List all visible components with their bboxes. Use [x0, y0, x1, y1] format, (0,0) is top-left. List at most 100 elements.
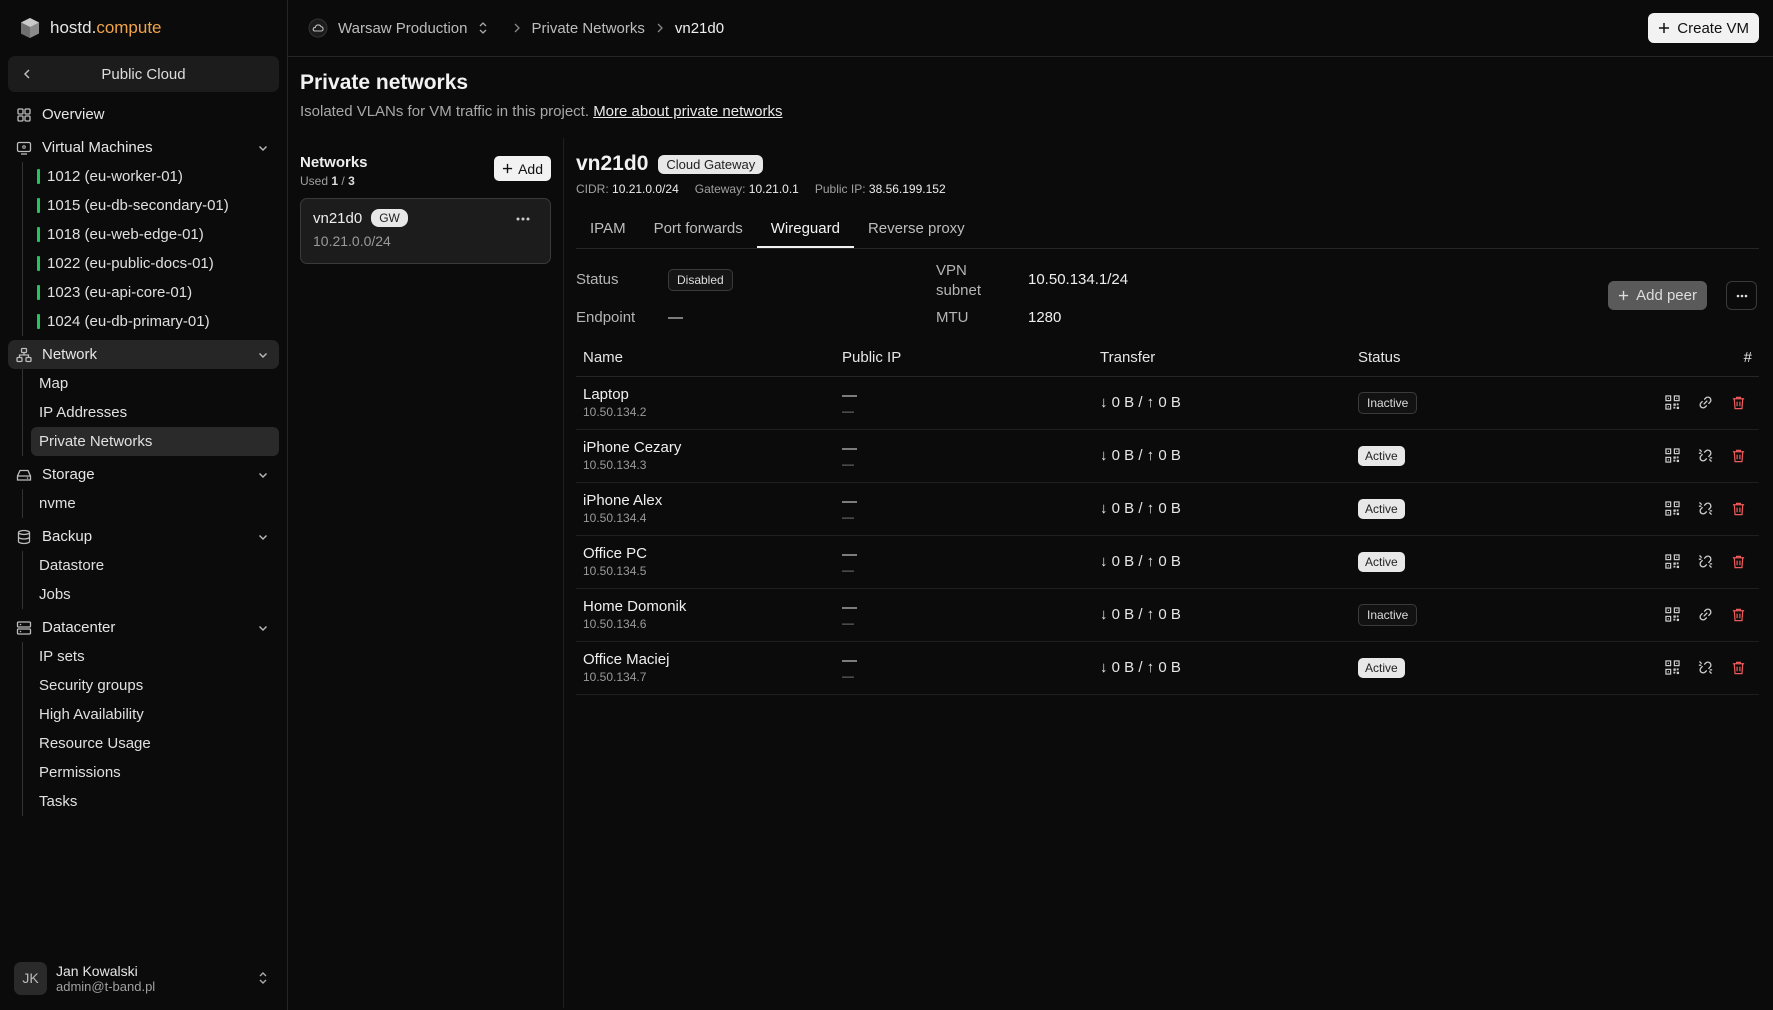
- network-cidr: 10.21.0.0/24: [313, 233, 391, 249]
- back-to-public-cloud[interactable]: Public Cloud: [8, 56, 279, 92]
- peer-public-ip: —: [842, 387, 857, 404]
- sidebar-item-ip-sets[interactable]: IP sets: [31, 642, 279, 671]
- sidebar-item-datastore[interactable]: Datastore: [31, 551, 279, 580]
- database-icon: [16, 529, 32, 545]
- trash-icon[interactable]: [1731, 607, 1746, 622]
- qr-code-icon[interactable]: [1665, 395, 1680, 410]
- cloud-icon: [308, 18, 328, 38]
- sidebar-item-storage[interactable]: Storage: [8, 460, 279, 489]
- brand[interactable]: hostd.compute: [0, 0, 287, 56]
- unlink-icon[interactable]: [1698, 660, 1713, 675]
- sidebar-item-tasks[interactable]: Tasks: [31, 787, 279, 816]
- endpoint-label: Endpoint: [576, 309, 636, 326]
- network-card[interactable]: vn21d0 GW 10.21.0.0/24: [300, 198, 551, 264]
- sidebar-item-label: Network: [42, 346, 98, 363]
- col-status[interactable]: Status: [1351, 339, 1523, 377]
- sidebar-item-permissions[interactable]: Permissions: [31, 758, 279, 787]
- monitor-icon: [16, 140, 32, 156]
- chevron-right-icon: [512, 22, 522, 34]
- vm-item[interactable]: 1018 (eu-web-edge-01): [31, 220, 279, 249]
- peer-name: iPhone Cezary: [583, 439, 682, 456]
- total-count: 3: [348, 174, 355, 188]
- networks-column: Networks Used 1 / 3 Add vn21d0 GW 10.21.0…: [288, 138, 564, 1008]
- vm-item[interactable]: 1023 (eu-api-core-01): [31, 278, 279, 307]
- network-meta: CIDR: 10.21.0.0/24 Gateway: 10.21.0.1 Pu…: [576, 182, 1759, 196]
- peer-name: Office Maciej: [583, 651, 670, 668]
- more-horizontal-icon[interactable]: [516, 217, 530, 221]
- sidebar-item-high-availability[interactable]: High Availability: [31, 700, 279, 729]
- vm-item[interactable]: 1012 (eu-worker-01): [31, 162, 279, 191]
- qr-code-icon[interactable]: [1665, 660, 1680, 675]
- storage-list: nvme: [22, 489, 279, 518]
- network-detail: vn21d0 Cloud Gateway CIDR: 10.21.0.0/24 …: [564, 138, 1773, 1008]
- add-network-button[interactable]: Add: [494, 156, 551, 181]
- sidebar-item-label: Overview: [42, 106, 105, 123]
- peer-transfer: ↓ 0 B / ↑ 0 B: [1100, 606, 1181, 623]
- trash-icon[interactable]: [1731, 448, 1746, 463]
- peer-ip: 10.50.134.5: [583, 564, 647, 578]
- add-label: Add: [518, 160, 543, 177]
- sidebar-item-datacenter[interactable]: Datacenter: [8, 613, 279, 642]
- qr-code-icon[interactable]: [1665, 501, 1680, 516]
- datacenter-list: IP sets Security groups High Availabilit…: [22, 642, 279, 816]
- tab-ipam[interactable]: IPAM: [576, 210, 640, 248]
- trash-icon[interactable]: [1731, 501, 1746, 516]
- more-about-link[interactable]: More about private networks: [593, 103, 782, 120]
- unlink-icon[interactable]: [1698, 554, 1713, 569]
- project-switcher[interactable]: Warsaw Production: [338, 20, 468, 37]
- wireguard-props: Status Disabled Endpoint — VPN subnet 10.…: [576, 249, 1759, 339]
- sidebar-item-network[interactable]: Network: [8, 340, 279, 369]
- sidebar-item-backup[interactable]: Backup: [8, 522, 279, 551]
- qr-code-icon[interactable]: [1665, 607, 1680, 622]
- create-vm-button[interactable]: Create VM: [1648, 13, 1759, 43]
- tab-port-forwards[interactable]: Port forwards: [640, 210, 757, 248]
- trash-icon[interactable]: [1731, 395, 1746, 410]
- vm-item[interactable]: 1024 (eu-db-primary-01): [31, 307, 279, 336]
- qr-code-icon[interactable]: [1665, 554, 1680, 569]
- peer-transfer: ↓ 0 B / ↑ 0 B: [1100, 394, 1181, 411]
- sidebar-item-map[interactable]: Map: [31, 369, 279, 398]
- sidebar-item-resource-usage[interactable]: Resource Usage: [31, 729, 279, 758]
- vm-item[interactable]: 1022 (eu-public-docs-01): [31, 249, 279, 278]
- trash-icon[interactable]: [1731, 660, 1746, 675]
- col-name[interactable]: Name: [576, 339, 835, 377]
- link-icon[interactable]: [1698, 607, 1713, 622]
- more-options-button[interactable]: [1726, 281, 1757, 310]
- unlink-icon[interactable]: [1698, 448, 1713, 463]
- chevron-down-icon: [257, 469, 269, 481]
- backup-list: Datastore Jobs: [22, 551, 279, 609]
- link-icon[interactable]: [1698, 395, 1713, 410]
- peer-public-ip: —: [842, 440, 857, 457]
- col-transfer[interactable]: Transfer: [1093, 339, 1351, 377]
- public-ip-value: 38.56.199.152: [868, 182, 946, 196]
- breadcrumb-current: vn21d0: [674, 19, 725, 37]
- peer-ip: 10.50.134.4: [583, 511, 647, 525]
- sidebar-item-jobs[interactable]: Jobs: [31, 580, 279, 609]
- plus-icon: [1618, 290, 1629, 301]
- sidebar-item-virtual-machines[interactable]: Virtual Machines: [8, 133, 279, 162]
- sidebar-item-private-networks[interactable]: Private Networks: [31, 427, 279, 456]
- table-row: Office PC 10.50.134.5 — — ↓ 0 B / ↑ 0 B Ac…: [576, 535, 1759, 589]
- sidebar-item-security-groups[interactable]: Security groups: [31, 671, 279, 700]
- trash-icon[interactable]: [1731, 554, 1746, 569]
- peer-ip: 10.50.134.7: [583, 670, 647, 684]
- vm-item[interactable]: 1015 (eu-db-secondary-01): [31, 191, 279, 220]
- add-peer-button[interactable]: Add peer: [1608, 281, 1707, 310]
- col-public-ip[interactable]: Public IP: [835, 339, 1093, 377]
- vpn-subnet-value: 10.50.134.1/24: [1028, 271, 1129, 288]
- chevron-down-icon: [257, 142, 269, 154]
- user-menu[interactable]: JK Jan Kowalski admin@t-band.pl: [0, 946, 287, 1010]
- tab-wireguard[interactable]: Wireguard: [756, 210, 854, 248]
- peer-transfer: ↓ 0 B / ↑ 0 B: [1100, 447, 1181, 464]
- unlink-icon[interactable]: [1698, 501, 1713, 516]
- chevrons-up-down-icon[interactable]: [478, 21, 488, 35]
- breadcrumb-private-networks[interactable]: Private Networks: [532, 20, 645, 37]
- sidebar-item-nvme[interactable]: nvme: [31, 489, 279, 518]
- more-horizontal-icon: [1736, 294, 1748, 298]
- sidebar-item-overview[interactable]: Overview: [8, 100, 279, 129]
- cube-logo-icon: [21, 18, 39, 38]
- tab-reverse-proxy[interactable]: Reverse proxy: [854, 210, 979, 248]
- sidebar-item-ip-addresses[interactable]: IP Addresses: [31, 398, 279, 427]
- qr-code-icon[interactable]: [1665, 448, 1680, 463]
- hard-drive-icon: [16, 467, 32, 483]
